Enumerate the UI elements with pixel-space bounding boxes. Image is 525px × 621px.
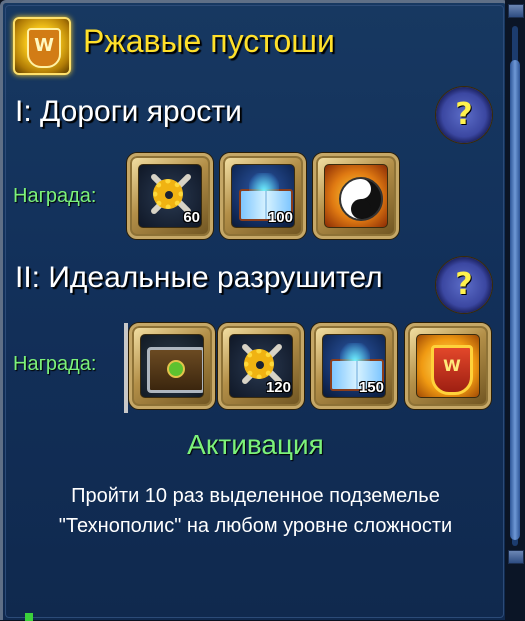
panel-title: Ржавые пустоши [83, 23, 335, 59]
selection-marker [124, 323, 128, 413]
reward-count: 150 [358, 379, 384, 396]
quest-1-reward-slot-1[interactable]: 60 [127, 153, 213, 239]
quest-2-reward-slot-4[interactable] [405, 323, 491, 409]
quest-2-reward-slot-2[interactable]: 120 [218, 323, 304, 409]
reward-count: 60 [183, 209, 200, 226]
quest-panel: Ржавые пустоши I: Дороги ярости ? Наград… [0, 0, 509, 621]
quest-1-reward-slot-2[interactable]: 100 [220, 153, 306, 239]
scroll-thumb[interactable] [510, 60, 520, 540]
reward-count: 100 [267, 209, 293, 226]
question-mark-icon: ? [455, 97, 473, 132]
guild-emblem-icon [13, 17, 71, 75]
quest-2-help-button[interactable]: ? [436, 257, 492, 313]
treasure-chest-icon [140, 334, 204, 398]
scroll-up-button[interactable] [508, 4, 524, 18]
quest-2-title: II: Идеальные разрушител [15, 261, 383, 294]
quest-2-reward-slot-1[interactable] [129, 323, 215, 409]
activation-heading: Активация [187, 429, 324, 460]
scroll-down-button[interactable] [508, 550, 524, 564]
question-mark-icon: ? [455, 267, 473, 302]
reward-count: 120 [265, 379, 291, 396]
scrollbar[interactable] [505, 0, 525, 620]
activation-description: Пройти 10 раз выделенное подземелье "Тех… [58, 485, 453, 537]
quest-2-reward-slot-3[interactable]: 150 [311, 323, 397, 409]
quest-1-help-button[interactable]: ? [436, 87, 492, 143]
emblem-shield-icon [416, 334, 480, 398]
quest-1-reward-label: Награда: [13, 185, 97, 207]
quest-2-reward-label: Награда: [13, 353, 97, 375]
quest-1-reward-slot-3[interactable] [313, 153, 399, 239]
yin-yang-icon [324, 164, 388, 228]
quest-1-title: I: Дороги ярости [15, 95, 242, 128]
